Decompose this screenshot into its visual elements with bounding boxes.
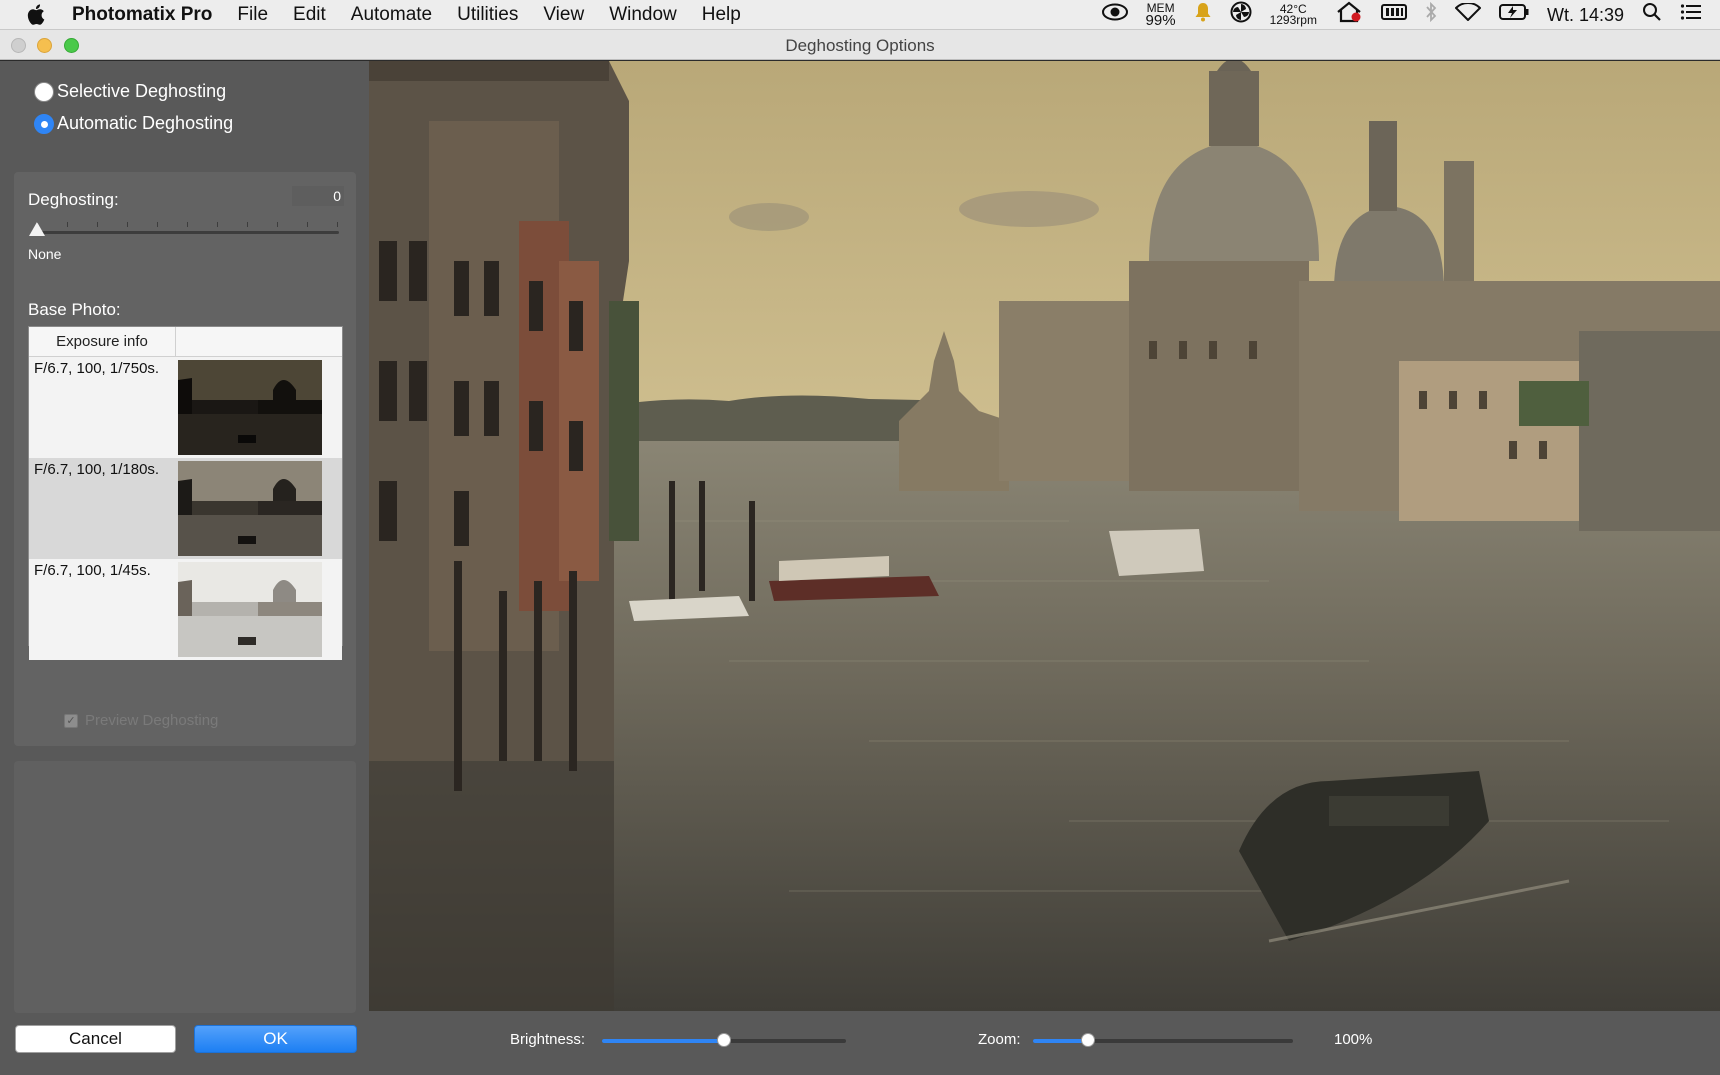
slider-tick — [67, 222, 68, 227]
preview-deghosting-checkbox[interactable]: ✓ — [64, 713, 78, 728]
zoom-slider-fill — [1033, 1039, 1088, 1043]
exposure-info: F/6.7, 100, 1/45s. — [34, 562, 151, 579]
apple-menu-icon[interactable] — [0, 4, 72, 25]
memory-value: 99% — [1145, 11, 1176, 29]
fan-speed-value: 1293rpm — [1269, 13, 1317, 27]
window-title: Deghosting Options — [785, 36, 935, 55]
status-area: MEM 99% 42°C 1293rpm Wt. 14:39 — [1101, 0, 1702, 30]
options-panel: Selective Deghosting Automatic Deghostin… — [0, 61, 369, 1075]
selective-deghosting-label: Selective Deghosting — [57, 81, 227, 101]
slider-tick — [127, 222, 128, 227]
eye-icon[interactable] — [1101, 3, 1128, 27]
battery-icon[interactable] — [1498, 3, 1529, 27]
deghosting-label: Deghosting: — [28, 190, 119, 209]
base-photo-table-header: Exposure info — [29, 327, 342, 357]
zoom-slider-knob[interactable] — [1080, 1033, 1095, 1047]
fan-icon[interactable] — [1230, 1, 1252, 29]
slider-tick — [97, 222, 98, 227]
menu-edit[interactable]: Edit — [293, 4, 326, 26]
wifi-icon[interactable] — [1454, 2, 1482, 27]
photo-thumbnail — [178, 461, 322, 556]
bluetooth-icon[interactable] — [1425, 1, 1437, 28]
temperature-status[interactable]: 42°C 1293rpm — [1269, 3, 1317, 27]
cancel-button[interactable]: Cancel — [15, 1025, 176, 1053]
slider-tick — [187, 222, 188, 227]
zoom-value: 100% — [1334, 1031, 1373, 1048]
home-icon[interactable] — [1335, 1, 1363, 29]
preview-deghosting-label: Preview Deghosting — [85, 712, 219, 729]
automatic-deghosting-label: Automatic Deghosting — [57, 113, 234, 133]
exposure-info: F/6.7, 100, 1/750s. — [34, 360, 160, 377]
deghosting-value: 0 — [292, 186, 344, 206]
menu-file[interactable]: File — [237, 4, 268, 26]
table-row[interactable]: F/6.7, 100, 1/750s. — [29, 357, 342, 458]
selective-deghosting-option[interactable]: Selective Deghosting — [34, 81, 226, 102]
memory-status[interactable]: MEM 99% — [1145, 2, 1176, 29]
preview-deghosting-option[interactable]: ✓ Preview Deghosting — [64, 712, 218, 729]
automatic-deghosting-option[interactable]: Automatic Deghosting — [34, 113, 233, 134]
zoom-label: Zoom: — [978, 1031, 1021, 1048]
menubar-clock[interactable]: Wt. 14:39 — [1547, 5, 1624, 26]
slider-tick — [217, 222, 218, 227]
preview-controls-bar: Brightness: Zoom: 100% — [369, 1011, 1720, 1075]
brightness-slider-fill — [602, 1039, 724, 1043]
menu-help[interactable]: Help — [702, 4, 741, 26]
deghosting-level-name: None — [28, 246, 62, 262]
brightness-label: Brightness: — [510, 1031, 586, 1048]
notification-center-icon[interactable] — [1680, 3, 1702, 27]
slider-tick — [157, 222, 158, 227]
selective-deghosting-radio[interactable] — [34, 81, 54, 102]
menu-view[interactable]: View — [543, 4, 584, 26]
menu-automate[interactable]: Automate — [351, 4, 432, 26]
deghosting-slider-track[interactable] — [35, 231, 339, 234]
search-icon[interactable] — [1642, 2, 1662, 28]
ok-button[interactable]: OK — [194, 1025, 357, 1053]
photo-thumbnail — [178, 360, 322, 455]
menu-bar: Photomatix Pro File Edit Automate Utilit… — [0, 0, 1720, 30]
slider-tick — [247, 222, 248, 227]
photo-thumbnail — [178, 562, 322, 657]
exposure-info: F/6.7, 100, 1/180s. — [34, 461, 160, 478]
deghosting-slider-knob[interactable] — [29, 222, 45, 236]
base-photo-table: Exposure info F/6.7, 100, 1/750s. F/6.7,… — [28, 326, 343, 660]
table-row[interactable]: F/6.7, 100, 1/45s. — [29, 559, 342, 660]
photo-preview[interactable] — [369, 61, 1720, 1011]
exposure-info-header[interactable]: Exposure info — [29, 327, 176, 357]
app-menu[interactable]: Photomatix Pro — [72, 4, 212, 26]
window-title-bar: Deghosting Options — [0, 30, 1720, 60]
slider-tick — [337, 222, 338, 227]
notification-bell-icon[interactable] — [1194, 2, 1212, 28]
slider-tick — [277, 222, 278, 227]
slider-tick — [307, 222, 308, 227]
brightness-slider-knob[interactable] — [717, 1033, 731, 1047]
memory-chip-icon[interactable] — [1380, 3, 1407, 27]
empty-options-box — [14, 761, 356, 1013]
table-row[interactable]: F/6.7, 100, 1/180s. — [29, 458, 342, 559]
menu-window[interactable]: Window — [609, 4, 677, 26]
automatic-deghosting-radio[interactable] — [34, 113, 54, 134]
base-photo-label: Base Photo: — [28, 300, 121, 319]
menu-utilities[interactable]: Utilities — [457, 4, 518, 26]
